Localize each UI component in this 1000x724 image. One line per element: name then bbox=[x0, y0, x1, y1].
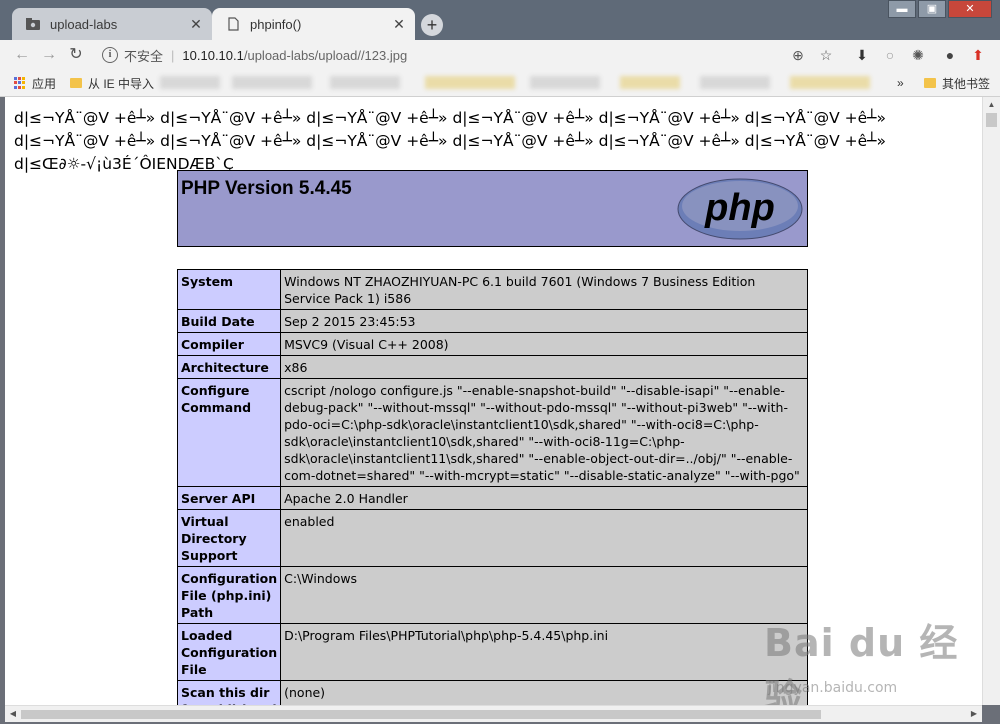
blurred-bookmark[interactable] bbox=[620, 76, 680, 89]
row-value: Windows NT ZHAOZHIYUAN-PC 6.1 build 7601… bbox=[280, 269, 808, 310]
table-row: Compiler MSVC9 (Visual C++ 2008) bbox=[176, 332, 808, 356]
row-label: System bbox=[176, 269, 282, 310]
row-value: x86 bbox=[280, 355, 808, 379]
row-label: Architecture bbox=[176, 355, 282, 379]
scroll-up-icon[interactable]: ▲ bbox=[983, 97, 1000, 113]
maximize-button[interactable]: ▣ bbox=[918, 0, 946, 18]
blurred-bookmark[interactable] bbox=[425, 76, 515, 89]
row-value: D:\Program Files\PHPTutorial\php\php-5.4… bbox=[280, 623, 808, 681]
blurred-bookmark[interactable] bbox=[790, 76, 870, 89]
row-label: Virtual Directory Support bbox=[176, 509, 282, 567]
update-icon[interactable]: ⬆ bbox=[968, 45, 988, 65]
apps-label: 应用 bbox=[32, 76, 57, 91]
close-icon[interactable]: ✕ bbox=[188, 16, 204, 33]
toolbar-actions: ⊕ ☆ ⬇ ○ ✺ ● ⬆ bbox=[780, 45, 988, 65]
phpinfo-table: System Windows NT ZHAOZHIYUAN-PC 6.1 buil… bbox=[176, 269, 808, 705]
row-label: Server API bbox=[176, 486, 282, 510]
row-label: Configuration File (php.ini) Path bbox=[176, 566, 282, 624]
apps-bookmark[interactable]: 应用 bbox=[14, 74, 56, 92]
watermark-url: jingyan.baidu.com bbox=[768, 680, 898, 696]
baidu-watermark: Bai du 经验 jingyan.baidu.com bbox=[764, 612, 984, 720]
close-icon[interactable]: ✕ bbox=[391, 16, 407, 33]
blurred-bookmark[interactable] bbox=[232, 76, 312, 89]
url-path: /upload-labs/upload//123.jpg bbox=[243, 47, 408, 63]
garbled-line: d|≤¬YÅ¨@V +ê┴» d|≤¬YÅ¨@V +ê┴» d|≤¬YÅ¨@V … bbox=[14, 132, 886, 150]
garbled-image-data: d|≤¬YÅ¨@V +ê┴» d|≤¬YÅ¨@V +ê┴» d|≤¬YÅ¨@V … bbox=[14, 107, 934, 176]
profile-icon[interactable]: ● bbox=[940, 45, 960, 65]
row-value: Apache 2.0 Handler bbox=[280, 486, 808, 510]
row-value: C:\Windows bbox=[280, 566, 808, 624]
tab-phpinfo[interactable]: phpinfo() ✕ bbox=[212, 8, 415, 40]
folder-icon bbox=[26, 17, 40, 31]
bookmarks-overflow[interactable]: » bbox=[897, 74, 904, 92]
browser-window: upload-labs ✕ phpinfo() ✕ + ▬ ▣ ✕ ← → ↻ … bbox=[0, 0, 1000, 724]
page-icon bbox=[226, 17, 240, 31]
row-value: enabled bbox=[280, 509, 808, 567]
table-row: Architecture x86 bbox=[176, 355, 808, 379]
close-window-button[interactable]: ✕ bbox=[948, 0, 992, 18]
tab-title: phpinfo() bbox=[250, 16, 302, 32]
back-icon[interactable]: ← bbox=[11, 44, 33, 66]
row-value: (none) bbox=[280, 680, 808, 705]
address-bar[interactable]: i 不安全 | 10.10.10.1 /upload-labs/upload//… bbox=[98, 44, 842, 66]
address-separator: | bbox=[171, 47, 175, 63]
php-logo-text: php bbox=[704, 187, 775, 229]
zoom-icon[interactable]: ⊕ bbox=[788, 45, 808, 65]
horizontal-scrollbar[interactable]: ◀ ▶ bbox=[5, 705, 982, 722]
scroll-thumb[interactable] bbox=[21, 710, 821, 719]
scroll-thumb[interactable] bbox=[986, 113, 997, 127]
forward-icon[interactable]: → bbox=[38, 44, 60, 66]
table-row: System Windows NT ZHAOZHIYUAN-PC 6.1 buil… bbox=[176, 269, 808, 310]
row-label: Compiler bbox=[176, 332, 282, 356]
row-label: Loaded Configuration File bbox=[176, 623, 282, 681]
scroll-left-icon[interactable]: ◀ bbox=[5, 706, 21, 722]
download-icon[interactable]: ⬇ bbox=[852, 45, 872, 65]
url-host: 10.10.10.1 bbox=[182, 47, 244, 63]
table-row: Scan this dir for additional(none) bbox=[176, 680, 808, 705]
row-value: cscript /nologo configure.js "--enable-s… bbox=[280, 378, 808, 487]
table-row: Configure Command cscript /nologo configu… bbox=[176, 378, 808, 487]
table-row: Server API Apache 2.0 Handler bbox=[176, 486, 808, 510]
blurred-bookmark[interactable] bbox=[700, 76, 770, 89]
garbled-line: d|≤¬YÅ¨@V +ê┴» d|≤¬YÅ¨@V +ê┴» d|≤¬YÅ¨@V … bbox=[14, 109, 886, 127]
folder-icon bbox=[70, 78, 82, 88]
vertical-scrollbar[interactable]: ▲ bbox=[982, 97, 1000, 705]
tab-strip: upload-labs ✕ phpinfo() ✕ + ▬ ▣ ✕ bbox=[0, 0, 1000, 40]
other-bookmarks[interactable]: 其他书签 bbox=[924, 74, 990, 92]
row-value: MSVC9 (Visual C++ 2008) bbox=[280, 332, 808, 356]
other-bookmarks-label: 其他书签 bbox=[942, 76, 991, 91]
php-header: PHP Version 5.4.45 php bbox=[177, 170, 808, 247]
blurred-bookmark[interactable] bbox=[330, 76, 400, 89]
minimize-button[interactable]: ▬ bbox=[888, 0, 916, 18]
table-row: Configuration File (php.ini) Path C:\Wind… bbox=[176, 566, 808, 624]
tab-title: upload-labs bbox=[50, 16, 118, 32]
table-row: Build Date Sep 2 2015 23:45:53 bbox=[176, 309, 808, 333]
row-label: Scan this dir for additional bbox=[176, 680, 282, 705]
php-version-title: PHP Version 5.4.45 bbox=[181, 178, 352, 199]
apps-icon bbox=[14, 77, 26, 89]
php-logo-icon[interactable]: php bbox=[677, 178, 803, 240]
table-row: Virtual Directory Support enabled bbox=[176, 509, 808, 567]
security-label: 不安全 bbox=[124, 48, 164, 64]
row-label: Build Date bbox=[176, 309, 282, 333]
blurred-bookmark[interactable] bbox=[160, 76, 220, 89]
scroll-right-icon[interactable]: ▶ bbox=[966, 706, 982, 722]
star-icon[interactable]: ☆ bbox=[816, 45, 836, 65]
folder-icon bbox=[924, 78, 936, 88]
row-value: Sep 2 2015 23:45:53 bbox=[280, 309, 808, 333]
info-icon[interactable]: i bbox=[102, 47, 118, 63]
tab-upload-labs[interactable]: upload-labs ✕ bbox=[12, 8, 212, 40]
new-tab-button[interactable]: + bbox=[421, 14, 443, 36]
table-row: Loaded Configuration File D:\Program File… bbox=[176, 623, 808, 681]
ie-import-label: 从 IE 中导入 bbox=[88, 76, 155, 91]
reload-icon[interactable]: ↻ bbox=[65, 44, 87, 66]
row-label: Configure Command bbox=[176, 378, 282, 487]
blurred-bookmark[interactable] bbox=[530, 76, 600, 89]
window-controls: ▬ ▣ ✕ bbox=[886, 0, 992, 18]
extension-circle-icon[interactable]: ○ bbox=[880, 45, 900, 65]
bookmarks-bar: 应用 从 IE 中导入 » 其他书签 bbox=[0, 70, 1000, 97]
ie-import-bookmark[interactable]: 从 IE 中导入 bbox=[70, 74, 154, 92]
extension-swirl-icon[interactable]: ✺ bbox=[908, 45, 928, 65]
